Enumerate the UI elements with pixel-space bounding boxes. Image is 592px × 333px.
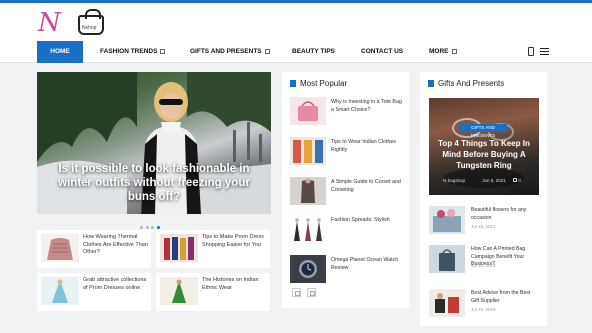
- article-thumbnail: [41, 234, 79, 262]
- article-thumbnail: [429, 245, 465, 273]
- nav-more[interactable]: MORE: [429, 41, 457, 63]
- hero-slide[interactable]: Is it possible to look fashionable in wi…: [37, 72, 271, 214]
- gift-list-item[interactable]: Beautiful flowers for any occasion Jul 1…: [429, 206, 539, 240]
- heading-marker-icon: [428, 80, 434, 87]
- next-page-button[interactable]: [307, 288, 316, 297]
- article-thumbnail: [290, 215, 326, 243]
- article-title[interactable]: How Wearing Thermal Clothes Are Effectiv…: [83, 234, 149, 257]
- article-thumbnail: [290, 255, 326, 283]
- site-header: N Nshop: [0, 3, 592, 41]
- nav-label: GIFTS AND PRESENTS: [190, 48, 262, 55]
- article-title[interactable]: Tips to Wear Indian Clothes Rightly: [331, 139, 403, 154]
- post-date: Jun 8, 2021: [482, 178, 506, 183]
- article-title[interactable]: Beautiful flowers for any occasion: [471, 207, 539, 222]
- popular-item[interactable]: Tips to Wear Indian Clothes Rightly: [290, 137, 404, 167]
- logo-text: Nshop: [82, 25, 97, 31]
- nav-home[interactable]: HOME: [37, 41, 83, 63]
- popular-item[interactable]: A Simple Guide to Corset and Corseting: [290, 177, 404, 207]
- gift-list-item[interactable]: How Can A Printed Bag Campaign Benefit Y…: [429, 245, 539, 279]
- article-card[interactable]: The Histories on Indian Ethnic Wear: [156, 273, 270, 311]
- nav-fashion-trends[interactable]: FASHION TRENDS: [100, 41, 166, 63]
- heading-marker-icon: [290, 80, 296, 87]
- comment-icon: [513, 178, 518, 182]
- post-date: Jul 29, 2019: [471, 307, 496, 312]
- previous-page-button[interactable]: [292, 288, 301, 297]
- popular-item[interactable]: Omega Planet Ocean Watch Review: [290, 255, 404, 285]
- hamburger-menu-icon[interactable]: [540, 48, 549, 55]
- dropdown-icon: [264, 48, 270, 54]
- category-badge[interactable]: GIFTS AND PRESENTS: [459, 124, 507, 138]
- featured-gift-title[interactable]: Top 4 Things To Keep In Mind Before Buyi…: [433, 138, 535, 171]
- article-title[interactable]: Grab attractive collections of Prom Dres…: [83, 277, 149, 292]
- slider-dot-active[interactable]: [156, 226, 160, 229]
- author-name[interactable]: N-bagshop: [443, 178, 465, 183]
- article-card[interactable]: Tips to Make Prom Dress Shopping Easier …: [156, 230, 270, 268]
- logo-letter: N: [38, 8, 61, 38]
- article-thumbnail: [429, 206, 465, 234]
- nav-label: MORE: [429, 48, 449, 55]
- article-thumbnail: [160, 234, 198, 262]
- article-title[interactable]: Best Advice from the Best Gift Supplier: [471, 290, 539, 305]
- article-title[interactable]: Omega Planet Ocean Watch Review: [331, 257, 403, 272]
- dropdown-icon: [451, 48, 457, 54]
- post-date: Jul 18, 2019: [471, 263, 496, 268]
- most-popular-heading: Most Popular: [290, 79, 347, 88]
- article-thumbnail: [160, 277, 198, 305]
- article-title[interactable]: Tips to Make Prom Dress Shopping Easier …: [202, 234, 268, 249]
- article-card[interactable]: How Wearing Thermal Clothes Are Effectiv…: [37, 230, 151, 268]
- slider-dot[interactable]: [145, 226, 149, 229]
- comment-count[interactable]: 0: [518, 178, 521, 183]
- article-title[interactable]: Why is Investing in a Tote Bag a Smart C…: [331, 99, 403, 114]
- article-thumbnail: [290, 177, 326, 205]
- panel-heading-text: Gifts And Presents: [438, 79, 505, 88]
- slider-dot[interactable]: [151, 226, 154, 229]
- mobile-icon[interactable]: [528, 47, 534, 56]
- article-title[interactable]: The Histories on Indian Ethnic Wear: [202, 277, 268, 292]
- site-logo[interactable]: N Nshop: [38, 9, 106, 37]
- article-title[interactable]: Fashion Spreads: Stylish: [331, 217, 403, 225]
- panel-heading-text: Most Popular: [300, 79, 348, 88]
- nav-contact-us[interactable]: CONTACT US: [361, 41, 403, 63]
- nav-beauty-tips[interactable]: BEAUTY TIPS: [292, 41, 335, 63]
- article-card[interactable]: Grab attractive collections of Prom Dres…: [37, 273, 151, 311]
- most-popular-panel: Most Popular Why is Investing in a Tote …: [282, 72, 409, 308]
- article-thumbnail: [429, 289, 465, 317]
- article-title[interactable]: A Simple Guide to Corset and Corseting: [331, 179, 403, 194]
- article-thumbnail: [41, 277, 79, 305]
- nav-label: FASHION TRENDS: [100, 48, 158, 55]
- dropdown-icon: [160, 48, 166, 54]
- popular-item[interactable]: Why is Investing in a Tote Bag a Smart C…: [290, 97, 404, 127]
- featured-gift-meta: N-bagshop Jun 8, 2021 0: [443, 178, 538, 183]
- post-date: Jul 18, 2021: [471, 224, 496, 229]
- gifts-heading: Gifts And Presents: [428, 79, 504, 88]
- nav-gifts-and-presents[interactable]: GIFTS AND PRESENTS: [190, 41, 270, 63]
- article-thumbnail: [290, 137, 326, 165]
- popular-item[interactable]: Fashion Spreads: Stylish: [290, 215, 404, 245]
- slider-dot[interactable]: [140, 226, 143, 229]
- article-thumbnail: [290, 97, 326, 125]
- gift-list-item[interactable]: Best Advice from the Best Gift Supplier …: [429, 289, 539, 323]
- main-navigation: HOME FASHION TRENDS GIFTS AND PRESENTS B…: [0, 41, 592, 63]
- hero-caption[interactable]: Is it possible to look fashionable in wi…: [49, 162, 259, 204]
